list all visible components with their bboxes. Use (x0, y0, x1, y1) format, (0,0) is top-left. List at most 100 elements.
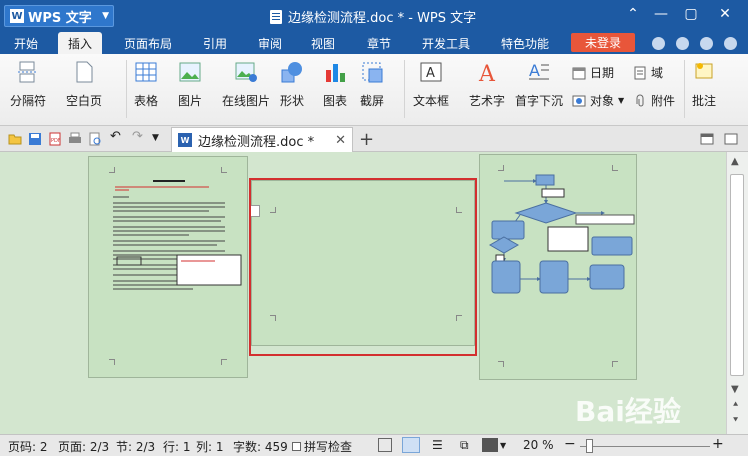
tab-insert[interactable]: 插入 (58, 32, 103, 54)
tab-page-layout[interactable]: 页面布局 (124, 35, 172, 52)
chevron-down-icon: ▼ (102, 11, 109, 21)
date-button[interactable]: 日期 (572, 64, 614, 81)
spell-check-toggle[interactable]: 拼写检查 (292, 438, 352, 455)
app-menu-button[interactable]: W WPS 文字 ▼ (4, 5, 114, 27)
screenshot-button[interactable]: 截屏 (360, 60, 384, 109)
status-bar: 页码: 2 页面: 2/3 节: 2/3 行: 1 列: 1 字数: 459 拼… (0, 434, 748, 456)
quick-access-dropdown-icon[interactable]: ▼ (152, 133, 166, 147)
picture-button[interactable]: 图片 (178, 60, 202, 109)
tab-options-icon[interactable] (724, 132, 738, 146)
zoom-slider-track[interactable] (580, 446, 710, 447)
wordart-button[interactable]: A 艺术字 (469, 60, 505, 109)
tab-review[interactable]: 审阅 (258, 35, 282, 52)
app-menu-label: WPS 文字 (28, 10, 92, 26)
comment-button[interactable]: 批注 (692, 60, 716, 109)
field-label: 域 (651, 66, 664, 80)
redo-icon[interactable]: ↷ (132, 129, 146, 144)
tab-home[interactable]: 开始 (14, 35, 38, 52)
sync-icon[interactable] (676, 37, 689, 50)
zoom-slider-thumb[interactable] (586, 439, 593, 453)
skin-icon[interactable] (652, 37, 665, 50)
zoom-in-button[interactable]: + (712, 436, 724, 452)
watermark-text: Bai经验 (575, 395, 681, 428)
table-button[interactable]: 表格 (134, 60, 158, 109)
column-status: 列: 1 (196, 440, 224, 454)
vertical-scrollbar[interactable]: ▲ ▼ ⯅ ⯆ (726, 152, 748, 434)
object-icon (572, 95, 586, 106)
export-pdf-icon[interactable]: PDF (48, 132, 62, 146)
object-button[interactable]: 对象 ▼ (572, 92, 624, 109)
doc-tab-label: 边缘检测流程.doc * (198, 134, 315, 150)
zoom-out-button[interactable]: − (564, 436, 576, 452)
wordart-icon: A (478, 62, 496, 84)
page-3[interactable] (479, 154, 637, 380)
online-picture-label: 在线图片 (222, 94, 271, 108)
attachment-label: 附件 (651, 94, 676, 108)
field-button[interactable]: 域 (633, 64, 663, 81)
online-picture-button[interactable]: 在线图片 (222, 60, 270, 109)
tab-chapter[interactable]: 章节 (367, 35, 391, 52)
word-count-status[interactable]: 字数: 459 (233, 438, 288, 455)
calendar-icon (572, 67, 586, 79)
scroll-down-icon[interactable]: ▼ (731, 384, 739, 395)
drop-cap-label: 首字下沉 (515, 94, 564, 108)
close-tab-icon[interactable]: ✕ (335, 133, 346, 148)
shape-button[interactable]: 形状 (280, 60, 304, 109)
shirt-icon[interactable] (700, 37, 713, 50)
page-number-status[interactable]: 页码: 2 (8, 438, 48, 455)
table-label: 表格 (134, 94, 159, 108)
textbox-icon: A (420, 62, 442, 82)
zoom-level[interactable]: 20 % (523, 438, 554, 452)
close-button[interactable]: ✕ (714, 6, 736, 22)
comment-label: 批注 (692, 94, 717, 108)
new-tab-button[interactable]: + (359, 129, 374, 150)
document-tab-bar: PDF ↶ ↷ ▼ W 边缘检测流程.doc * ✕ + (0, 126, 748, 152)
scroll-thumb[interactable] (730, 174, 744, 376)
scroll-up-icon[interactable]: ▲ (731, 156, 739, 167)
tab-document[interactable]: W 边缘检测流程.doc * ✕ (171, 127, 353, 152)
blank-page-button[interactable]: 空白页 (66, 60, 102, 109)
page-1[interactable] (88, 156, 248, 378)
crop-mark (109, 167, 115, 173)
page-view-icon[interactable] (402, 437, 420, 453)
ribbon-divider (684, 60, 685, 118)
next-page-icon[interactable]: ⯆ (732, 416, 739, 426)
flowchart-diagram (488, 174, 635, 294)
window-list-icon[interactable] (700, 132, 714, 146)
object-label: 对象 (590, 94, 615, 108)
tab-developer[interactable]: 开发工具 (422, 35, 470, 52)
open-folder-icon[interactable] (8, 132, 22, 146)
previous-page-icon[interactable]: ⯅ (732, 400, 739, 410)
date-label: 日期 (590, 66, 615, 80)
section-break-icon (18, 61, 38, 83)
web-view-icon[interactable]: ⧉ (460, 438, 469, 453)
spell-check-checkbox[interactable] (292, 442, 301, 451)
chevron-down-icon[interactable]: ▼ (500, 441, 506, 450)
help-icon[interactable] (724, 37, 737, 50)
tab-features[interactable]: 特色功能 (501, 35, 549, 52)
tab-view[interactable]: 视图 (311, 35, 335, 52)
eye-protect-icon[interactable] (482, 438, 498, 452)
drop-cap-button[interactable]: A 首字下沉 (515, 60, 563, 109)
minimize-button[interactable]: — (650, 6, 672, 22)
paperclip-icon (636, 94, 644, 106)
login-button[interactable]: 未登录 (571, 33, 635, 52)
ribbon-collapse-icon[interactable]: ⌃ (622, 6, 644, 22)
attachment-button[interactable]: 附件 (633, 92, 675, 109)
print-preview-icon[interactable] (88, 132, 102, 146)
tab-references[interactable]: 引用 (203, 35, 227, 52)
maximize-button[interactable]: ▢ (680, 6, 702, 22)
chart-button[interactable]: 图表 (323, 60, 347, 109)
undo-icon[interactable]: ↶ (110, 129, 124, 144)
chart-icon (326, 64, 345, 82)
print-icon[interactable] (68, 132, 82, 146)
screenshot-icon (362, 62, 383, 83)
outline-view-icon[interactable]: ☰ (432, 438, 443, 452)
highlight-box (249, 178, 477, 356)
fullscreen-icon[interactable] (378, 438, 392, 452)
section-break-button[interactable]: 分隔符 (10, 60, 46, 109)
section-break-label: 分隔符 (10, 94, 47, 108)
textbox-button[interactable]: A 文本框 (413, 60, 449, 109)
comment-icon (695, 63, 713, 79)
save-icon[interactable] (28, 132, 42, 146)
